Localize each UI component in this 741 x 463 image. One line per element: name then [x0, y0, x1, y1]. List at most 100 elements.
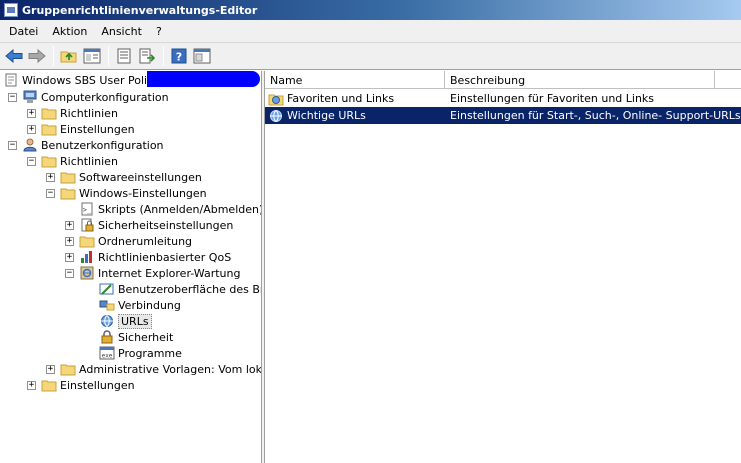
list-pane[interactable]: Name Beschreibung Favoriten und Links Ei…	[265, 71, 741, 463]
security-lock-icon	[81, 218, 94, 232]
tree-label: Windows SBS User Policy	[22, 73, 160, 87]
tree-label: Ordnerumleitung	[98, 234, 193, 248]
folder-icon	[60, 364, 76, 376]
column-header-beschreibung[interactable]: Beschreibung	[445, 71, 715, 89]
tree-item-c-einstellungen[interactable]: + Einstellungen	[27, 121, 135, 137]
tree-label: Richtlinienbasierter QoS	[98, 250, 232, 264]
tree-label: Internet Explorer-Wartung	[98, 266, 241, 280]
show-hide-tree-icon[interactable]	[81, 45, 103, 67]
favorites-icon	[268, 94, 284, 105]
expand-icon[interactable]: +	[27, 108, 36, 118]
forward-arrow-icon[interactable]	[26, 45, 48, 67]
toolbar-separator	[53, 46, 54, 66]
folder-icon	[79, 236, 95, 248]
tree-item-computerkonfiguration[interactable]: − Computerkonfiguration	[8, 89, 169, 105]
tree-label: Programme	[118, 346, 182, 360]
collapse-icon[interactable]: −	[27, 156, 36, 166]
list-item-name: Wichtige URLs	[287, 109, 366, 122]
expand-icon[interactable]: +	[65, 252, 74, 262]
tree-item-ordnerumleitung[interactable]: + Ordnerumleitung	[65, 233, 192, 249]
browser-ui-icon	[99, 283, 114, 295]
app-icon	[4, 3, 18, 17]
folder-icon	[41, 156, 57, 168]
tree-item-u-richtlinien[interactable]: − Richtlinien	[27, 153, 118, 169]
tree-item-root[interactable]: Windows SBS User Policy	[3, 72, 160, 88]
title-bar: Gruppenrichtlinienverwaltungs-Editor	[0, 0, 741, 20]
security-lock-icon	[101, 330, 113, 344]
tree-label: Einstellungen	[60, 122, 135, 136]
export-list-icon[interactable]	[136, 45, 158, 67]
expand-icon[interactable]: +	[65, 236, 74, 246]
list-header: Name Beschreibung	[265, 71, 741, 89]
folder-icon	[60, 172, 76, 184]
expand-icon[interactable]: +	[27, 380, 36, 390]
column-header-name[interactable]: Name	[265, 71, 445, 89]
properties-icon[interactable]	[113, 45, 135, 67]
connection-icon	[99, 300, 115, 311]
list-item-description: Einstellungen für Favoriten und Links	[450, 92, 655, 105]
list-cell-name: Favoriten und Links	[265, 92, 445, 106]
tree-label: Sicherheitseinstellungen	[98, 218, 234, 232]
mmc-window-icon[interactable]	[191, 45, 213, 67]
column-header-empty	[715, 71, 741, 89]
back-arrow-icon[interactable]	[3, 45, 25, 67]
window-title: Gruppenrichtlinienverwaltungs-Editor	[22, 3, 258, 17]
collapse-icon[interactable]: −	[8, 140, 17, 150]
redaction-mark	[147, 71, 260, 87]
tree-item-qos[interactable]: + Richtlinienbasierter QoS	[65, 249, 231, 265]
ie-globe-icon	[270, 109, 282, 122]
expand-icon[interactable]: +	[46, 172, 55, 182]
expand-icon[interactable]: +	[65, 220, 74, 230]
tree-label: Softwareeinstellungen	[79, 170, 202, 184]
toolbar-separator	[163, 46, 164, 66]
tree-item-sicherheitseinstellungen[interactable]: + Sicherheitseinstellungen	[65, 217, 233, 233]
menu-help[interactable]: ?	[149, 23, 169, 40]
tree-label: Richtlinien	[60, 154, 118, 168]
menu-bar: Datei Aktion Ansicht ?	[0, 20, 741, 42]
tree-label: Benutzerkonfiguration	[41, 138, 164, 152]
tree-pane[interactable]: Windows SBS User Policy − Computerkonfig…	[0, 71, 262, 463]
up-folder-icon[interactable]	[58, 45, 80, 67]
help-icon[interactable]: ?	[168, 45, 190, 67]
tree-item-c-richtlinien[interactable]: + Richtlinien	[27, 105, 118, 121]
collapse-icon[interactable]: −	[8, 92, 17, 102]
list-item-description: Einstellungen für Start-, Such-, Online-…	[450, 109, 741, 122]
tree-item-u-einstellungen[interactable]: + Einstellungen	[27, 377, 135, 393]
expand-icon[interactable]: +	[27, 124, 36, 134]
tree-item-verbindung[interactable]: Verbindung	[99, 297, 181, 313]
computer-icon	[23, 90, 37, 103]
list-item[interactable]: Favoriten und Links Einstellungen für Fa…	[265, 90, 741, 107]
menu-datei[interactable]: Datei	[2, 23, 45, 40]
ie-globe-icon	[101, 315, 113, 328]
tree-item-admin-vorlagen[interactable]: + Administrative Vorlagen: Vom lokalen	[46, 361, 261, 377]
menu-aktion[interactable]: Aktion	[45, 23, 94, 40]
bar-chart-icon	[81, 251, 92, 263]
tree-item-benutzeroberflaeche[interactable]: Benutzeroberfläche des Brov	[99, 281, 262, 297]
tree-item-softwareeinstellungen[interactable]: + Softwareeinstellungen	[46, 169, 202, 185]
user-icon	[23, 138, 37, 152]
tree-item-skripts[interactable]: >_ Skripts (Anmelden/Abmelden)	[79, 201, 262, 217]
tree-item-urls[interactable]: URLs	[99, 313, 152, 329]
expand-icon[interactable]: +	[46, 364, 55, 374]
tree-item-benutzerkonfiguration[interactable]: − Benutzerkonfiguration	[8, 137, 164, 153]
ie-maintenance-icon	[80, 266, 94, 280]
folder-icon	[41, 124, 57, 136]
tree-label: Windows-Einstellungen	[79, 186, 207, 200]
tree-item-programme[interactable]: exe Programme	[99, 345, 182, 361]
tree-item-ie-wartung[interactable]: − Internet Explorer-Wartung	[65, 265, 240, 281]
tree-item-windows-einstellungen[interactable]: − Windows-Einstellungen	[46, 185, 207, 201]
svg-text:>_: >_	[83, 206, 92, 214]
tree-label: Benutzeroberfläche des Brov	[118, 282, 262, 296]
list-cell-name: Wichtige URLs	[265, 109, 445, 123]
program-window-icon: exe	[99, 346, 115, 360]
collapse-icon[interactable]: −	[46, 188, 55, 198]
tree-label: Skripts (Anmelden/Abmelden)	[98, 202, 262, 216]
menu-ansicht[interactable]: Ansicht	[94, 23, 149, 40]
script-icon: >_	[81, 202, 93, 216]
svg-text:?: ?	[176, 51, 182, 64]
tree-label: Einstellungen	[60, 378, 135, 392]
tree-item-sicherheit[interactable]: Sicherheit	[99, 329, 173, 345]
collapse-icon[interactable]: −	[65, 268, 74, 278]
toolbar-separator	[108, 46, 109, 66]
list-item-selected[interactable]: Wichtige URLs Einstellungen für Start-, …	[265, 107, 741, 124]
